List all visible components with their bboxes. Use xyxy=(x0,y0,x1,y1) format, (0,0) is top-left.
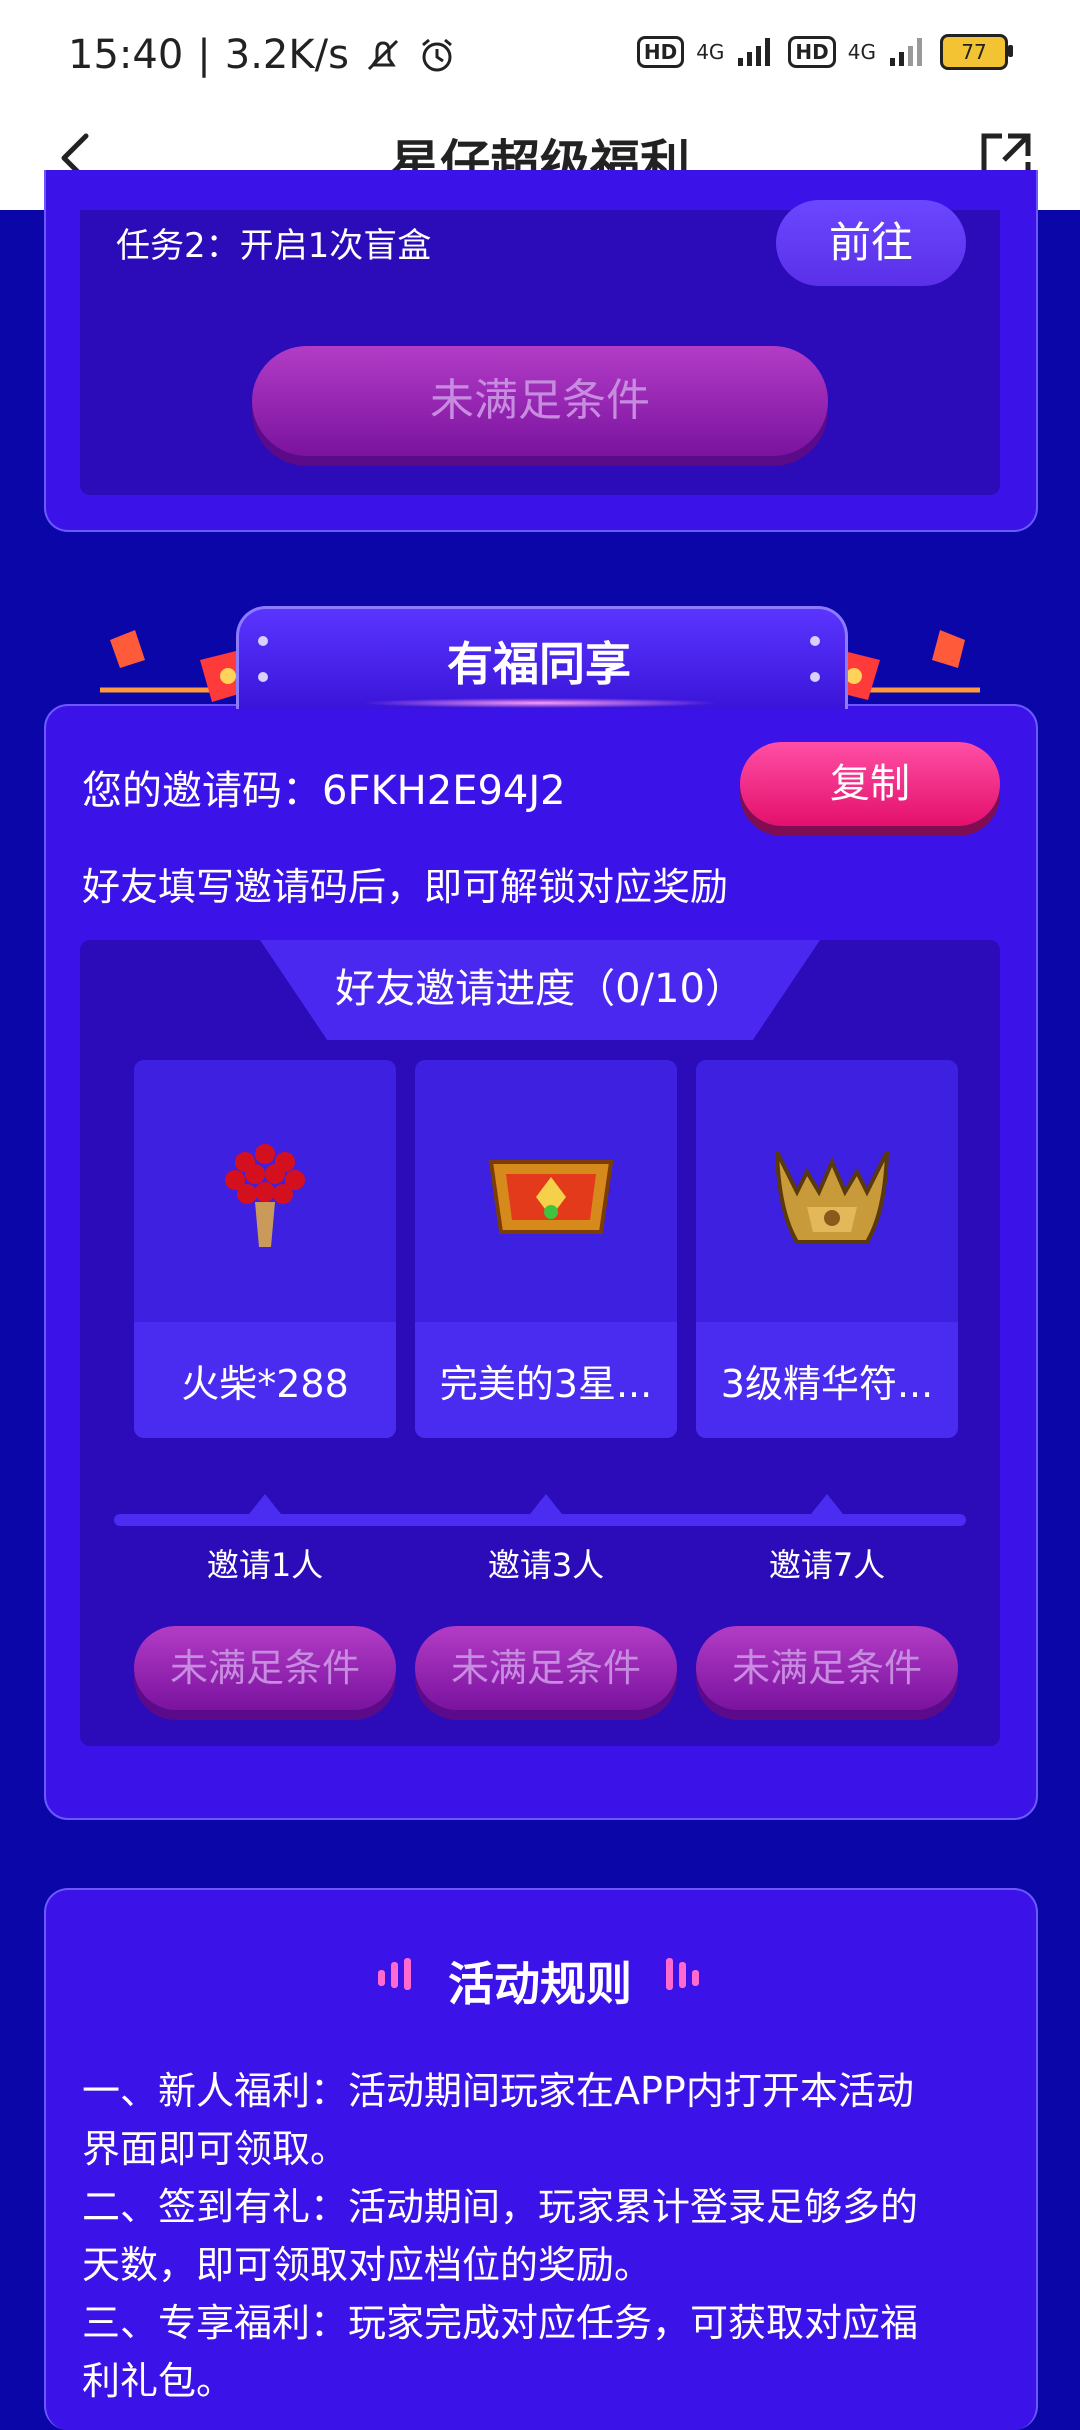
tier-label: 邀请7人 xyxy=(768,1546,886,1584)
rules-line: 利礼包。 xyxy=(82,2359,235,2403)
go-button[interactable]: 前往 xyxy=(776,200,966,286)
rules-title: 活动规则 xyxy=(448,1957,632,2011)
signal-icon xyxy=(738,38,771,66)
reward-card: 完美的3星... xyxy=(415,1060,677,1438)
invite-hint: 好友填写邀请码后，即可解锁对应奖励 xyxy=(82,865,729,909)
rules-decor-right-icon xyxy=(666,1958,699,1990)
header-glow xyxy=(360,698,720,708)
rules-line: 一、新人福利：活动期间玩家在APP内打开本活动 xyxy=(82,2069,914,2113)
battery-level: 77 xyxy=(961,40,987,64)
network-speed: 3.2K/s xyxy=(224,32,349,78)
rules-line: 二、签到有礼：活动期间，玩家累计登录足够多的 xyxy=(82,2185,919,2229)
progress-track xyxy=(114,1514,966,1526)
tier-claim-button[interactable]: 未满足条件 xyxy=(696,1626,958,1710)
progress-marker xyxy=(530,1494,562,1514)
reward-name: 3级精华符... xyxy=(720,1362,934,1406)
tier-label: 邀请3人 xyxy=(487,1546,605,1584)
mute-icon xyxy=(367,39,398,71)
tier-label: 邀请1人 xyxy=(206,1546,324,1584)
status-bar: 15:40 | 3.2K/s HD 4G HD 4G 77 xyxy=(0,0,1080,110)
reward-name: 完美的3星... xyxy=(439,1362,653,1406)
reward-card: 3级精华符... xyxy=(696,1060,958,1438)
reward-name: 火柴*288 xyxy=(181,1362,349,1406)
battery-icon: 77 xyxy=(940,34,1013,70)
signal-label: 4G xyxy=(696,40,725,64)
task-claim-button[interactable]: 未满足条件 xyxy=(252,346,828,456)
task-label: 任务2：开启1次盲盒 xyxy=(116,226,432,266)
golden-chest-icon xyxy=(488,1160,614,1234)
rules-line: 三、专享福利：玩家完成对应任务，可获取对应福 xyxy=(82,2301,919,2345)
progress-marker xyxy=(811,1494,843,1514)
alarm-icon xyxy=(421,38,452,72)
progress-marker xyxy=(249,1494,281,1514)
tier-claim-button[interactable]: 未满足条件 xyxy=(415,1626,677,1710)
status-separator: | xyxy=(197,32,211,78)
signal-label: 4G xyxy=(847,40,876,64)
rules-line: 界面即可领取。 xyxy=(82,2127,349,2171)
invite-header-title: 有福同享 xyxy=(447,637,631,691)
reward-card: 火柴*288 xyxy=(134,1060,396,1438)
signal-icon xyxy=(890,38,922,66)
golden-crown-icon xyxy=(775,1151,889,1244)
progress-title: 好友邀请进度（0/10） xyxy=(335,966,745,1012)
tier-claim-button[interactable]: 未满足条件 xyxy=(134,1626,396,1710)
hd-badge: HD xyxy=(788,36,836,68)
status-time: 15:40 xyxy=(68,32,184,78)
rules-line: 天数，即可领取对应档位的奖励。 xyxy=(82,2243,653,2287)
invite-code-label: 您的邀请码：6FKH2E94J2 xyxy=(82,768,566,814)
hd-badge: HD xyxy=(636,36,685,68)
matches-bouquet-icon xyxy=(225,1144,305,1247)
copy-button[interactable]: 复制 xyxy=(740,742,1000,826)
